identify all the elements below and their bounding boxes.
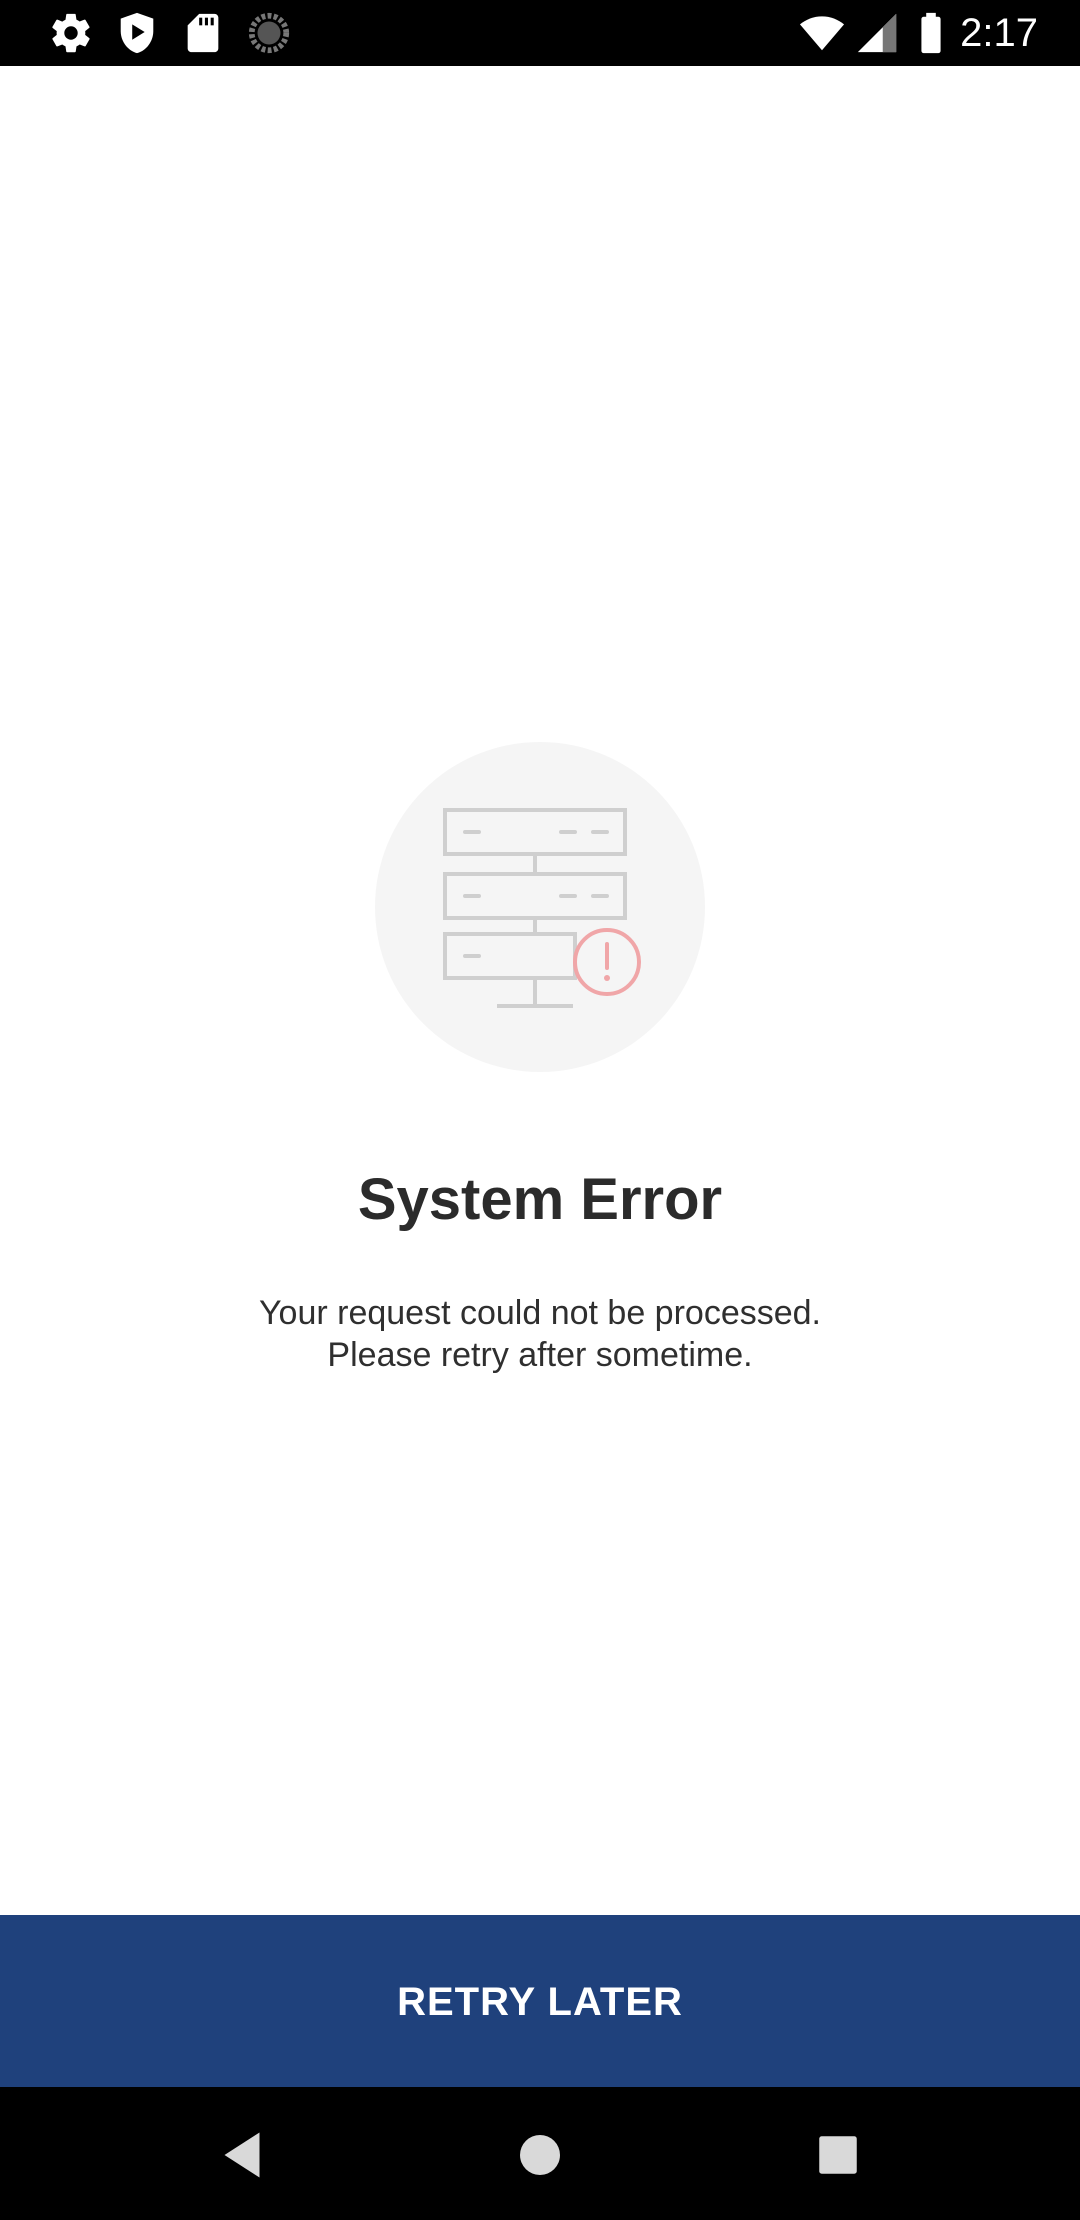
back-icon[interactable]: [212, 2125, 272, 2185]
recents-icon[interactable]: [808, 2125, 868, 2185]
server-error-icon: [375, 742, 705, 1072]
home-icon[interactable]: [510, 2125, 570, 2185]
wifi-icon: [799, 16, 845, 51]
status-time: 2:17: [960, 11, 1038, 55]
sd-card-icon: [187, 13, 219, 53]
error-message-line-2: Please retry after sometime.: [327, 1336, 753, 1374]
battery-icon: [921, 12, 941, 54]
error-title: System Error: [357, 1167, 723, 1232]
settings-icon: [52, 13, 90, 53]
error-message: Your request could not be processed. Ple…: [0, 1292, 1080, 1376]
cell-signal-icon: [857, 13, 897, 53]
navigation-bar: [0, 2087, 1080, 2220]
shield-play-icon: [120, 12, 154, 54]
error-message-line-1: Your request could not be processed.: [258, 1294, 821, 1332]
sync-icon: [248, 12, 290, 54]
status-bar: 2:17: [0, 0, 1080, 66]
retry-later-button[interactable]: RETRY LATER: [0, 1915, 1080, 2087]
system-error-screen: 2:17 System Error Your request could not…: [0, 0, 1080, 2220]
